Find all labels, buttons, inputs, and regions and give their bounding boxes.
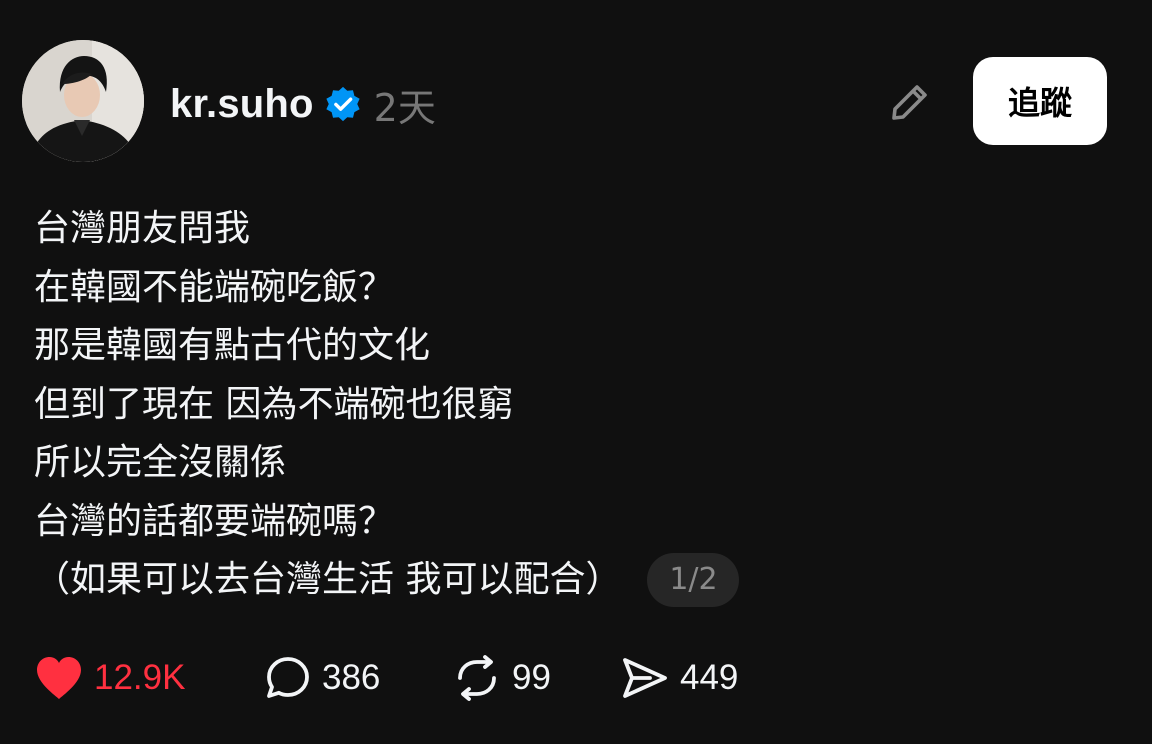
verified-badge-icon [326,86,360,122]
post-body: 台灣朋友問我 在韓國不能端碗吃飯？ 那是韓國有點古代的文化 但到了現在 因為不端… [34,200,1124,610]
reply-count: 386 [322,658,381,697]
share-count: 449 [680,658,739,697]
page-indicator: 1/2 [647,553,740,608]
post-text-last-row: （如果可以去台灣生活 我可以配合） 1/2 [34,551,1124,610]
username[interactable]: kr.suho [170,82,314,127]
post-text-line: 在韓國不能端碗吃飯？ [34,266,395,308]
post-text-line: 但到了現在 因為不端碗也很窮 [34,383,514,425]
like-count: 12.9K [94,658,186,697]
post-text-line: 所以完全沒關係 [34,442,287,483]
repost-icon [458,655,496,701]
avatar-photo-icon [22,40,144,162]
pencil-icon[interactable] [886,78,934,126]
thread-post: kr.suho 2天 追蹤 台灣朋友問我 在韓國不能端碗吃飯？ 那是韓國有點古代… [0,0,1152,744]
send-icon [623,658,667,698]
post-text-line: （如果可以去台灣生活 我可以配合） [34,559,622,600]
repost-count: 99 [512,658,551,697]
post-text-line: 台灣的話都要端碗嗎？ [34,500,395,542]
repost-button[interactable]: 99 [452,654,620,702]
action-bar: 12.9K 386 99 449 [34,652,760,704]
follow-button[interactable]: 追蹤 [973,57,1107,145]
heart-icon [37,657,81,699]
avatar[interactable] [22,40,144,162]
reply-button[interactable]: 386 [264,654,452,702]
like-button[interactable]: 12.9K [34,655,264,701]
share-button[interactable]: 449 [620,654,760,702]
post-timestamp: 2天 [373,85,436,130]
post-text-line: 那是韓國有點古代的文化 [34,325,431,366]
post-header: kr.suho 2天 [170,78,436,130]
post-text-line: 台灣朋友問我 [34,208,251,249]
comment-icon [267,657,309,698]
